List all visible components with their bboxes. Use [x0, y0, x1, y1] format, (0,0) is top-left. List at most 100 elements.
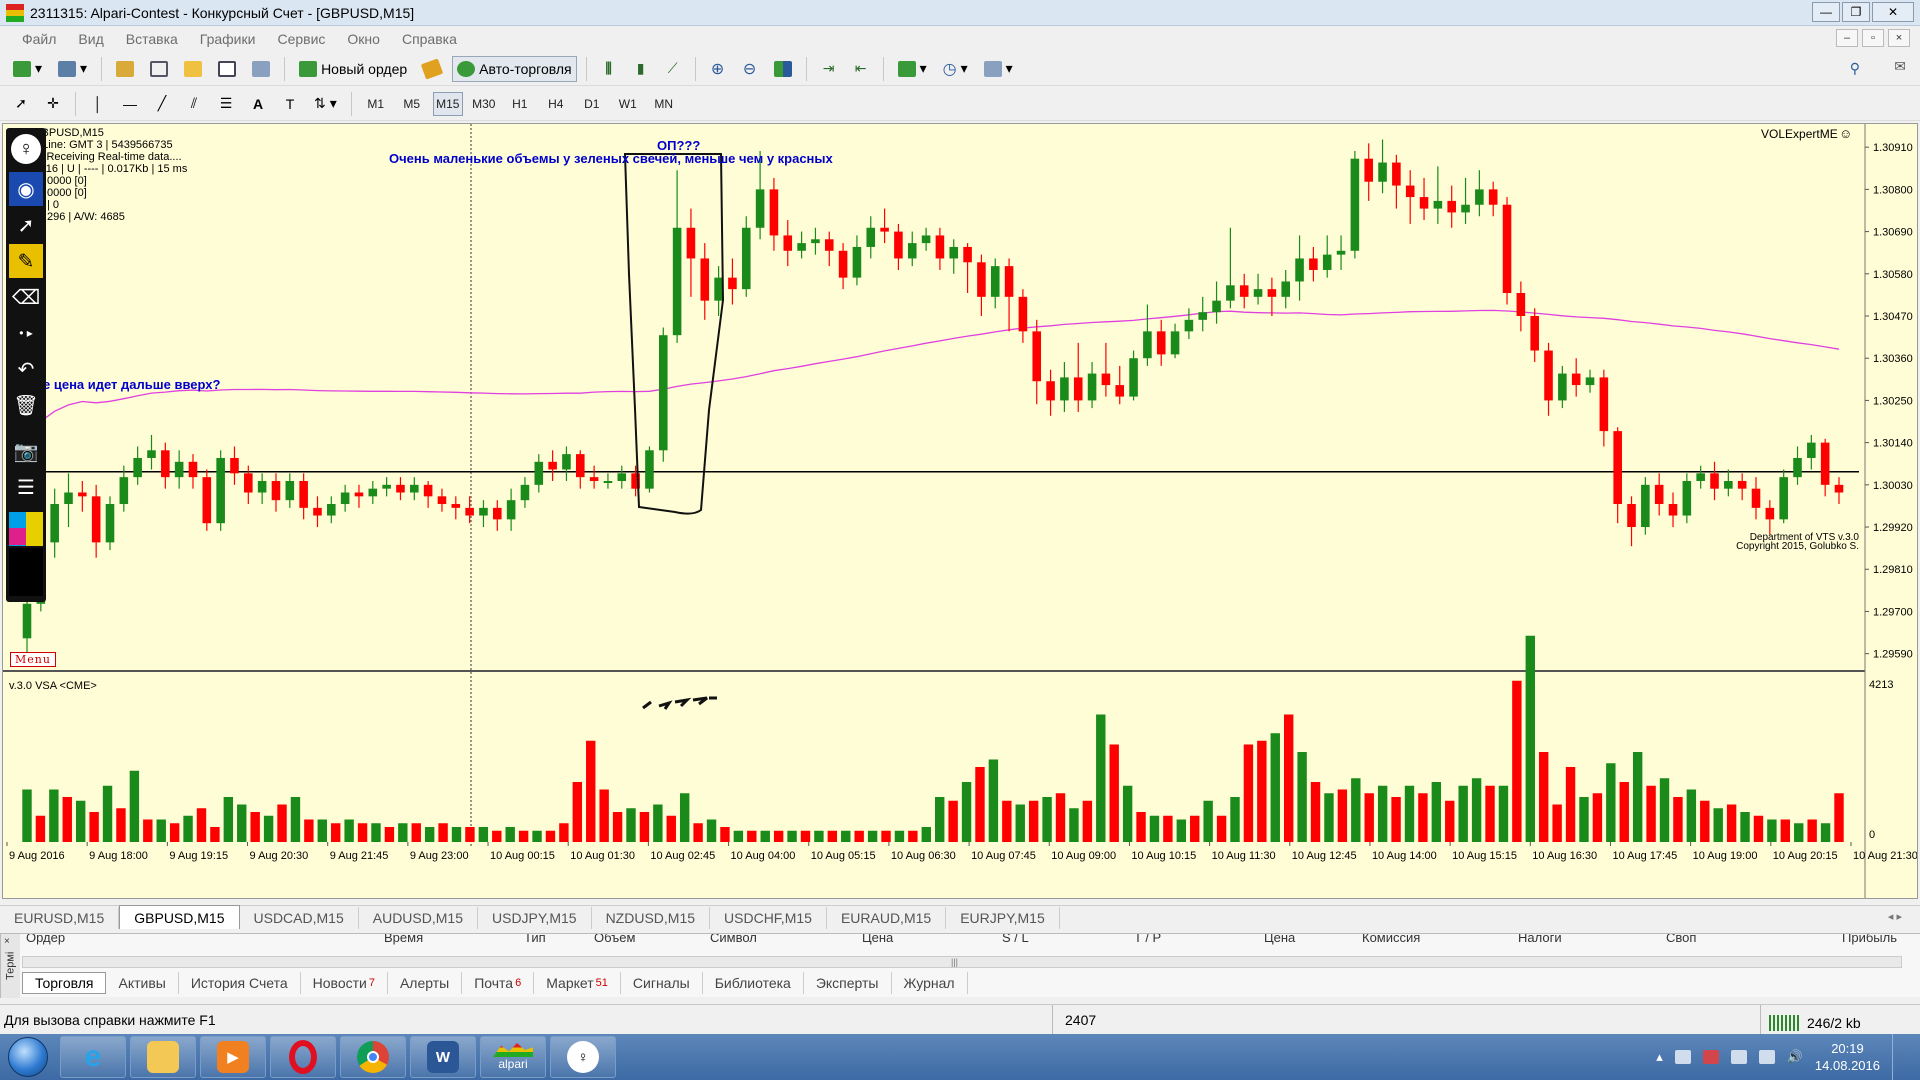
new-order-button[interactable]: Новый ордер: [294, 56, 412, 82]
crosshair-button[interactable]: ✛: [40, 91, 66, 117]
menu-item-help[interactable]: Справка: [402, 31, 457, 47]
key-icon[interactable]: ♀: [9, 132, 43, 166]
taskbar-media-player[interactable]: ▶: [200, 1036, 266, 1078]
status-connection[interactable]: 246/2 kb: [1760, 1005, 1861, 1035]
timeframe-h4[interactable]: H4: [541, 92, 571, 116]
menu-item-charts[interactable]: Графики: [200, 31, 256, 47]
text-label-button[interactable]: T: [277, 91, 303, 117]
vertical-line-button[interactable]: │: [85, 91, 111, 117]
menu-item-window[interactable]: Окно: [347, 31, 380, 47]
cursor-button[interactable]: ➚: [8, 91, 34, 117]
arrows-button[interactable]: ⇅ ▾: [309, 91, 342, 117]
taskbar-word[interactable]: W: [410, 1036, 476, 1078]
terminal-tab-assets[interactable]: Активы: [106, 972, 179, 994]
terminal-tab-mail[interactable]: Почта 6: [462, 972, 535, 994]
text-button[interactable]: A: [245, 91, 271, 117]
color-magenta-icon[interactable]: [9, 528, 26, 545]
price-chart[interactable]: 1.30910 1.30800 1.30690 1.30580 1.30470 1.303…: [3, 124, 1918, 898]
pencil-icon[interactable]: ✎: [9, 244, 43, 278]
close-icon[interactable]: ✕: [1872, 2, 1914, 22]
data-window-button[interactable]: [145, 56, 173, 82]
trash-icon[interactable]: 🗑: [9, 388, 43, 422]
overlay-menu-button[interactable]: Menu: [10, 652, 56, 667]
tab-usdjpy[interactable]: USDJPY,M15: [478, 907, 592, 929]
terminal-tab-market[interactable]: Маркет 51: [534, 972, 621, 994]
taskbar-ie[interactable]: e: [60, 1036, 126, 1078]
col-tp[interactable]: T / P: [1134, 934, 1161, 945]
indicators-button[interactable]: ▾: [893, 56, 932, 82]
mdi-minimize-icon[interactable]: –: [1836, 29, 1858, 47]
tester-button[interactable]: [247, 56, 275, 82]
tab-gbpusd[interactable]: GBPUSD,M15: [119, 905, 240, 929]
tray-expand-icon[interactable]: ▴: [1656, 1049, 1663, 1065]
camera-icon[interactable]: 📷: [9, 434, 43, 468]
taskbar-alpari[interactable]: alpari: [480, 1036, 546, 1078]
tab-eurjpy[interactable]: EURJPY,M15: [946, 907, 1060, 929]
profiles-button[interactable]: ▾: [53, 56, 92, 82]
timeframe-m5[interactable]: M5: [397, 92, 427, 116]
taskbar-chrome[interactable]: [340, 1036, 406, 1078]
templates-button[interactable]: ▾: [979, 56, 1018, 82]
tab-usdcad[interactable]: USDCAD,M15: [240, 907, 359, 929]
start-button[interactable]: [0, 1034, 56, 1080]
col-taxes[interactable]: Налоги: [1518, 934, 1562, 945]
terminal-tab-library[interactable]: Библиотека: [703, 972, 804, 994]
taskbar-opera[interactable]: [270, 1036, 336, 1078]
tray-power-icon[interactable]: [1758, 1050, 1775, 1064]
color-black-icon[interactable]: [9, 548, 43, 596]
col-swap[interactable]: Своп: [1666, 934, 1696, 945]
tray-clock[interactable]: 20:19 14.08.2016: [1815, 1040, 1880, 1074]
tab-nzdusd[interactable]: NZDUSD,M15: [592, 907, 711, 929]
chat-icon[interactable]: ✉: [1894, 58, 1906, 75]
autoscroll-button[interactable]: ⇥: [816, 56, 842, 82]
terminal-tab-trade[interactable]: Торговля: [22, 972, 107, 994]
market-watch-button[interactable]: [111, 56, 139, 82]
tray-network-icon[interactable]: [1730, 1050, 1747, 1064]
notes-icon[interactable]: ☰: [9, 470, 43, 504]
timeframe-w1[interactable]: W1: [613, 92, 643, 116]
tile-windows-button[interactable]: [769, 56, 797, 82]
taskbar-terminal[interactable]: ♀: [550, 1036, 616, 1078]
col-type[interactable]: Тип: [524, 934, 546, 945]
chart-window[interactable]: 1.30910 1.30800 1.30690 1.30580 1.30470 1.303…: [2, 123, 1918, 899]
tabs-scroll-icon[interactable]: ◂ ▸: [1888, 910, 1902, 923]
navigator-button[interactable]: [179, 56, 207, 82]
terminal-scrollbar[interactable]: |||: [22, 956, 1902, 968]
terminal-tab-news[interactable]: Новости 7: [301, 972, 388, 994]
tab-euraud[interactable]: EURAUD,M15: [827, 907, 947, 929]
dot-size-icon[interactable]: • ▸: [9, 316, 43, 350]
bar-chart-button[interactable]: ⫼: [596, 56, 622, 82]
select-arrow-icon[interactable]: ➚: [9, 208, 43, 242]
mdi-restore-icon[interactable]: ▫: [1862, 29, 1884, 47]
col-price[interactable]: Цена: [862, 934, 893, 945]
tab-audusd[interactable]: AUDUSD,M15: [359, 907, 478, 929]
col-volume[interactable]: Объем: [594, 934, 635, 945]
line-chart-button[interactable]: ⟋: [660, 56, 686, 82]
candle-chart-button[interactable]: ▮: [628, 56, 654, 82]
terminal-tab-history[interactable]: История Счета: [179, 972, 301, 994]
periods-button[interactable]: ◷ ▾: [938, 56, 973, 82]
col-time[interactable]: Время: [384, 934, 423, 945]
fibo-button[interactable]: ☰: [213, 91, 239, 117]
terminal-tab-alerts[interactable]: Алерты: [388, 972, 463, 994]
terminal-tab-journal[interactable]: Журнал: [892, 972, 968, 994]
col-profit[interactable]: Прибыль: [1842, 934, 1897, 945]
search-icon[interactable]: ⚲: [1850, 60, 1860, 77]
menu-item-service[interactable]: Сервис: [277, 31, 325, 47]
zoom-out-button[interactable]: ⊖: [737, 56, 763, 82]
col-symbol[interactable]: Символ: [710, 934, 757, 945]
col-order[interactable]: Ордер: [26, 934, 65, 945]
undo-icon[interactable]: ↶: [9, 352, 43, 386]
show-desktop-button[interactable]: [1892, 1034, 1906, 1080]
tray-keyboard-icon[interactable]: [1674, 1050, 1691, 1064]
timeframe-m1[interactable]: M1: [361, 92, 391, 116]
menu-item-view[interactable]: Вид: [78, 31, 103, 47]
timeframe-d1[interactable]: D1: [577, 92, 607, 116]
tray-volume-icon[interactable]: 🔊: [1787, 1049, 1803, 1065]
zoom-in-button[interactable]: ⊕: [705, 56, 731, 82]
auto-trading-button[interactable]: Авто-торговля: [452, 55, 577, 82]
tab-eurusd[interactable]: EURUSD,M15: [0, 907, 120, 929]
col-sl[interactable]: S / L: [1002, 934, 1029, 945]
timeframe-m30[interactable]: M30: [469, 92, 499, 116]
eye-icon[interactable]: ◉: [9, 172, 43, 206]
